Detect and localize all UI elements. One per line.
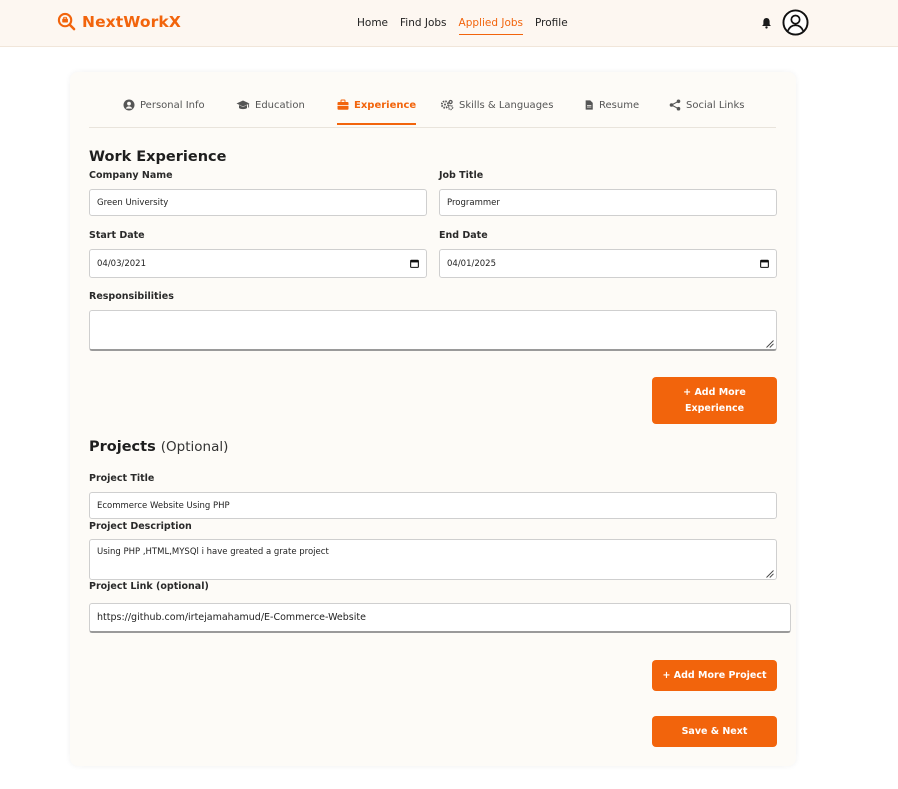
- tab-resume[interactable]: Resume: [584, 99, 639, 123]
- project-description-value: Using PHP ,HTML,MYSQl i have greated a g…: [97, 547, 329, 557]
- brand-logo[interactable]: NextWorkX: [57, 12, 181, 31]
- profile-tabs: Personal Info Education Experience Skill…: [89, 72, 776, 128]
- project-description-label: Project Description: [89, 521, 192, 532]
- tab-label: Personal Info: [140, 99, 205, 111]
- file-icon: [585, 100, 593, 110]
- tab-label: Skills & Languages: [459, 99, 554, 111]
- share-icon: [669, 99, 681, 111]
- top-navbar: NextWorkX Home Find Jobs Applied Jobs Pr…: [0, 0, 898, 47]
- projects-optional-note: (Optional): [160, 439, 229, 455]
- responsibilities-textarea[interactable]: [89, 310, 777, 351]
- resize-grip-icon[interactable]: [766, 570, 774, 578]
- start-date-label: Start Date: [89, 230, 145, 241]
- tab-label: Experience: [354, 99, 417, 111]
- tab-label: Resume: [599, 99, 640, 111]
- bell-icon[interactable]: [761, 17, 772, 29]
- project-link-label: Project Link (optional): [89, 581, 209, 592]
- calendar-icon[interactable]: [410, 259, 419, 268]
- job-title-label: Job Title: [439, 170, 484, 181]
- company-name-input[interactable]: Green University: [89, 189, 427, 216]
- projects-heading: Projects (Optional): [89, 439, 228, 455]
- tab-label: Education: [255, 99, 305, 111]
- graduation-cap-icon: [236, 100, 250, 110]
- resize-grip-icon[interactable]: [766, 340, 774, 348]
- start-date-value: 04/03/2021: [97, 258, 146, 269]
- add-more-project-button[interactable]: + Add More Project: [652, 660, 777, 691]
- tab-social-links[interactable]: Social Links: [669, 99, 745, 123]
- user-avatar-icon[interactable]: [782, 9, 809, 36]
- tab-skills-languages[interactable]: Skills & Languages: [440, 99, 553, 123]
- tab-experience[interactable]: Experience: [337, 99, 417, 125]
- calendar-icon[interactable]: [760, 259, 769, 268]
- add-more-experience-button[interactable]: + Add More Experience: [652, 377, 777, 424]
- start-date-input[interactable]: 04/03/2021: [89, 249, 427, 278]
- end-date-label: End Date: [439, 230, 488, 241]
- user-circle-icon: [123, 99, 135, 111]
- profile-form-card: Personal Info Education Experience Skill…: [70, 72, 796, 766]
- end-date-value: 04/01/2025: [447, 258, 496, 269]
- responsibilities-label: Responsibilities: [89, 291, 174, 302]
- save-next-button[interactable]: Save & Next: [652, 716, 777, 747]
- nav-link-applied-jobs[interactable]: Applied Jobs: [458, 17, 523, 35]
- project-description-textarea[interactable]: Using PHP ,HTML,MYSQl i have greated a g…: [89, 539, 777, 580]
- projects-title: Projects: [89, 439, 156, 455]
- search-briefcase-icon: [57, 12, 76, 31]
- tab-education[interactable]: Education: [236, 99, 305, 123]
- nav-link-profile[interactable]: Profile: [535, 17, 568, 35]
- briefcase-icon: [337, 99, 349, 110]
- gears-icon: [440, 99, 454, 111]
- nav-link-find-jobs[interactable]: Find Jobs: [400, 17, 447, 35]
- work-experience-heading: Work Experience: [89, 149, 227, 165]
- tab-label: Social Links: [686, 99, 745, 111]
- company-name-label: Company Name: [89, 170, 173, 181]
- project-title-label: Project Title: [89, 473, 155, 484]
- brand-name: NextWorkX: [82, 12, 181, 31]
- end-date-input[interactable]: 04/01/2025: [439, 249, 777, 278]
- job-title-input[interactable]: Programmer: [439, 189, 777, 216]
- nav-links: Home Find Jobs Applied Jobs Profile: [357, 17, 580, 35]
- tab-personal-info[interactable]: Personal Info: [123, 99, 205, 123]
- project-link-input[interactable]: https://github.com/irtejamahamud/E-Comme…: [89, 603, 791, 633]
- project-title-input[interactable]: Ecommerce Website Using PHP: [89, 492, 777, 519]
- nav-link-home[interactable]: Home: [357, 17, 388, 35]
